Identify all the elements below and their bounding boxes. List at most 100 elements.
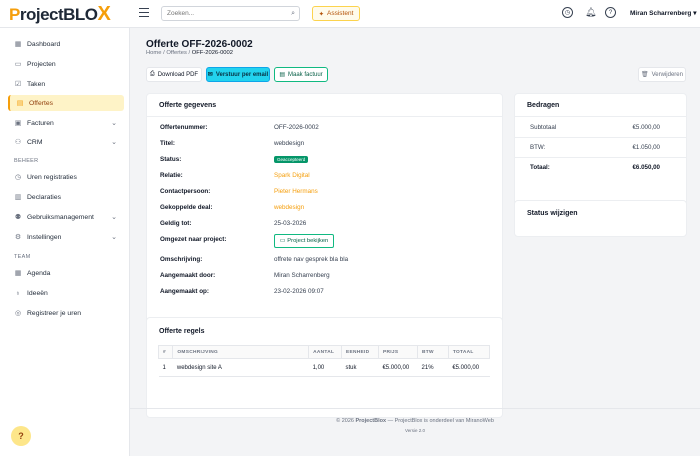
- col-header: BTW: [417, 345, 449, 359]
- sidebar-item-registreer-uren[interactable]: ◎ Registreer je uren: [8, 305, 124, 321]
- sidebar-item-offertes[interactable]: ▤ Offertes: [8, 95, 124, 111]
- brand-prefix-rest: roject: [19, 5, 64, 24]
- sidebar-item-label: Declaraties: [27, 193, 61, 201]
- invoice-icon: ▤: [279, 72, 285, 78]
- amount-label: Subtotaal: [530, 124, 557, 131]
- help-button[interactable]: ?: [11, 426, 31, 446]
- sidebar-item-dashboard[interactable]: ▦ Dashboard: [8, 36, 124, 52]
- detail-label: Offertenummer:: [160, 124, 208, 131]
- table-cell: stuk: [341, 358, 379, 377]
- detail-value: 25-03-2026: [274, 220, 307, 227]
- people-icon: ⚇: [14, 139, 22, 146]
- detail-value: offrete nav gesprek bla bla: [274, 256, 349, 263]
- detail-value: Miran Scharrenberg: [274, 272, 330, 279]
- btw-row: BTW: €1.050,00: [530, 144, 660, 151]
- offerte-details-card: Offerte gegevens Offertenummer: OFF-2026…: [146, 93, 503, 333]
- search-input[interactable]: [162, 7, 282, 20]
- sparkle-icon: ✦: [318, 10, 325, 18]
- topbar: ProjectBLOX ⌕ ✦ Assistent ◷ 🔔︎ ? Miran S…: [0, 0, 700, 28]
- user-name: Miran Scharrenberg: [630, 10, 692, 17]
- breadcrumb: Home / Offertes / OFF-2026-0002: [146, 50, 233, 56]
- detail-label: Omgezet naar project:: [160, 236, 227, 243]
- folder-icon: ▭: [279, 238, 286, 244]
- section-label-team: TEAM: [14, 254, 31, 260]
- col-header: PRIJS: [377, 345, 419, 359]
- help-icon[interactable]: ?: [605, 7, 616, 18]
- table-header-row: # OMSCHRIJVING AANTAL EENHEID PRIJS BTW …: [157, 345, 491, 359]
- detail-value: 23-02-2026 09:07: [274, 288, 324, 295]
- amounts-card: Bedragen Subtotaal €5.000,00 BTW: €1.050…: [514, 93, 687, 213]
- time-icon: ◷: [14, 174, 22, 181]
- col-header: EENHEID: [340, 345, 379, 359]
- sidebar-item-label: Offertes: [29, 99, 54, 107]
- download-pdf-button[interactable]: ⎙ Download PDF: [146, 67, 202, 82]
- button-label: Maak factuur: [287, 71, 323, 78]
- deal-link[interactable]: webdesign: [274, 204, 304, 211]
- chevron-down-icon: ▾: [693, 10, 697, 17]
- user-menu[interactable]: Miran Scharrenberg ▾: [630, 9, 697, 17]
- checkbox-icon: ☑: [14, 81, 22, 88]
- status-badge: Geaccepteerd: [274, 156, 309, 163]
- sidebar-item-instellingen[interactable]: ⚙ Instellingen ⌄: [8, 229, 124, 245]
- delete-button[interactable]: 🗑︎ Verwijderen: [638, 67, 686, 82]
- dashboard-icon: ▦: [14, 41, 22, 48]
- sidebar-item-facturen[interactable]: ▣ Facturen ⌄: [8, 115, 124, 131]
- offerte-lines-table: # OMSCHRIJVING AANTAL EENHEID PRIJS BTW …: [157, 345, 491, 377]
- download-icon: ⎙: [149, 71, 155, 77]
- sidebar-item-label: CRM: [27, 138, 43, 146]
- relatie-link[interactable]: Spark Digital: [274, 172, 310, 179]
- card-title: Offerte regels: [159, 328, 205, 335]
- footer-text: © 2026 ProjectBlox — ProjectBlox is onde…: [130, 418, 700, 424]
- send-email-button[interactable]: ✉ Verstuur per email: [206, 67, 270, 82]
- bell-icon[interactable]: 🔔︎: [585, 7, 596, 18]
- amount-value: €5.000,00: [632, 124, 660, 131]
- status-change-card: Status wijzigen: [514, 200, 687, 237]
- chevron-down-icon: ⌄: [111, 214, 117, 221]
- sidebar-item-taken[interactable]: ☑ Taken: [8, 76, 124, 92]
- sidebar-item-declaraties[interactable]: ▥ Declaraties: [8, 189, 124, 205]
- make-invoice-button[interactable]: ▤ Maak factuur: [274, 67, 328, 82]
- sidebar-item-crm[interactable]: ⚇ CRM ⌄: [8, 134, 124, 150]
- search-box[interactable]: ⌕: [161, 6, 300, 21]
- detail-label: Geldig tot:: [160, 220, 192, 227]
- divider: [515, 157, 686, 158]
- detail-value: OFF-2026-0002: [274, 124, 319, 131]
- sidebar-item-uren-registraties[interactable]: ◷ Uren registraties: [8, 169, 124, 185]
- assistant-button[interactable]: ✦ Assistent: [312, 6, 360, 21]
- folder-icon: ▭: [14, 61, 22, 68]
- detail-label: Gekoppelde deal:: [160, 204, 213, 211]
- footer-version: Versie 2.0: [404, 428, 425, 433]
- breadcrumb-offertes[interactable]: Offertes: [166, 50, 187, 56]
- sidebar-item-ideeen[interactable]: ♁ Ideeën: [8, 285, 124, 301]
- breadcrumb-separator: /: [163, 50, 165, 56]
- brand-suffix: BLO: [63, 5, 98, 24]
- sidebar-item-label: Agenda: [27, 269, 51, 277]
- sidebar-item-projecten[interactable]: ▭ Projecten: [8, 56, 124, 72]
- button-label: Download PDF: [157, 71, 199, 78]
- sidebar-item-agenda[interactable]: ▦ Agenda: [8, 265, 124, 281]
- view-project-button[interactable]: ▭ Project bekijken: [274, 234, 334, 248]
- table-cell: €5.000,00: [448, 358, 490, 377]
- footer-brand: ProjectBlox: [355, 418, 387, 424]
- chevron-down-icon: ⌄: [111, 234, 117, 241]
- detail-label: Omschrijving:: [160, 256, 203, 263]
- document-icon: ▤: [16, 100, 24, 107]
- search-icon[interactable]: ⌕: [291, 10, 295, 18]
- detail-value: webdesign: [274, 140, 305, 147]
- breadcrumb-home[interactable]: Home: [146, 50, 161, 56]
- table-cell: webdesign site A: [172, 358, 309, 377]
- sidebar-item-gebruiksmanagement[interactable]: ⚉ Gebruiksmanagement ⌄: [8, 209, 124, 225]
- clock-icon[interactable]: ◷: [562, 7, 573, 18]
- button-label: Project bekijken: [287, 238, 329, 244]
- brand-logo[interactable]: ProjectBLOX: [9, 3, 111, 26]
- table-cell: 21%: [417, 358, 449, 377]
- sidebar-item-label: Instellingen: [27, 233, 62, 241]
- detail-label: Aangemaakt op:: [160, 288, 209, 295]
- amount-value: €6.050,00: [632, 164, 660, 171]
- footer-divider: [130, 408, 700, 409]
- button-label: Verwijderen: [651, 71, 683, 78]
- table-cell: 1: [158, 358, 173, 377]
- contactpersoon-link[interactable]: Pieter Hermans: [274, 188, 318, 195]
- menu-icon[interactable]: [139, 8, 149, 17]
- breadcrumb-separator: /: [188, 50, 191, 56]
